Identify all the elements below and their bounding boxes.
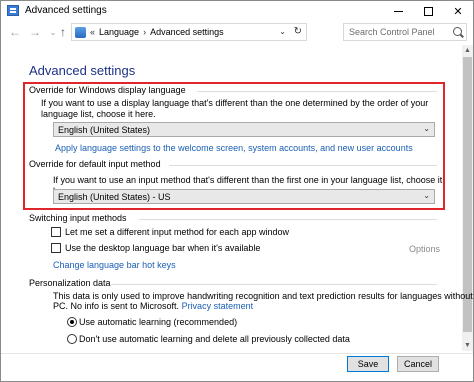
save-button[interactable]: Save [347, 356, 389, 372]
up-button[interactable]: ↑ [55, 24, 71, 40]
per-app-input-checkbox[interactable] [51, 227, 61, 237]
page-title: Advanced settings [29, 63, 136, 78]
maximize-button[interactable] [413, 1, 443, 21]
input-method-select[interactable]: English (United States) - US ⌄ [53, 189, 435, 204]
cancel-button[interactable]: Cancel [397, 356, 439, 372]
divider [111, 284, 437, 285]
divider [139, 219, 437, 220]
maximize-icon [423, 6, 433, 16]
input-method-heading: Override for default input method [29, 159, 161, 169]
scroll-up-icon[interactable]: ▲ [462, 45, 473, 56]
change-hot-keys-link[interactable]: Change language bar hot keys [53, 260, 176, 270]
control-panel-small-icon [75, 26, 86, 38]
desktop-language-bar-checkbox[interactable] [51, 243, 61, 253]
automatic-learning-radio[interactable] [67, 317, 77, 327]
switching-input-methods-heading: Switching input methods [29, 213, 127, 223]
per-app-input-label[interactable]: Let me set a different input method for … [65, 227, 289, 237]
divider [169, 165, 437, 166]
search-placeholder: Search Control Panel [349, 27, 435, 37]
personalization-heading: Personalization data [29, 278, 111, 288]
personalization-description-2: PC. No info is sent to Microsoft. Privac… [53, 301, 253, 312]
footer-divider [1, 353, 473, 354]
breadcrumb-advanced-settings[interactable]: Advanced settings [150, 27, 224, 37]
no-automatic-learning-radio[interactable] [67, 334, 77, 344]
close-button[interactable]: ✕ [443, 1, 473, 21]
personalization-note: PC. No info is sent to Microsoft. [53, 301, 180, 311]
window-title: Advanced settings [25, 5, 107, 16]
advanced-settings-window: Advanced settings ✕ ← → ⌄ ↑ « Language ›… [0, 0, 474, 382]
no-automatic-learning-label[interactable]: Don't use automatic learning and delete … [79, 334, 350, 344]
navigation-bar: ← → ⌄ ↑ « Language › Advanced settings ⌄… [1, 21, 473, 43]
control-panel-icon [7, 5, 19, 16]
display-language-heading: Override for Windows display language [29, 85, 186, 95]
language-bar-options-link[interactable]: Options [409, 244, 440, 254]
chevron-down-icon: ⌄ [423, 191, 430, 200]
scroll-down-icon[interactable]: ▼ [462, 340, 473, 351]
apply-language-settings-link[interactable]: Apply language settings to the welcome s… [55, 143, 413, 153]
address-bar[interactable]: « Language › Advanced settings ⌄ ↻ [71, 23, 307, 41]
refresh-button[interactable]: ↻ [294, 26, 302, 37]
chevron-down-icon: ⌄ [423, 124, 430, 133]
privacy-statement-link[interactable]: Privacy statement [182, 301, 254, 311]
desktop-language-bar-label[interactable]: Use the desktop language bar when it's a… [65, 243, 260, 253]
minimize-icon [393, 10, 403, 12]
close-icon: ✕ [453, 5, 463, 18]
title-bar: Advanced settings ✕ [1, 1, 473, 21]
minimize-button[interactable] [383, 1, 413, 21]
back-button[interactable]: ← [7, 24, 23, 40]
breadcrumb-separator-icon: › [143, 27, 147, 37]
display-language-value: English (United States) [58, 124, 151, 135]
display-language-select[interactable]: English (United States) ⌄ [53, 122, 435, 137]
automatic-learning-label[interactable]: Use automatic learning (recommended) [79, 317, 237, 327]
breadcrumb-overflow-icon[interactable]: « [90, 27, 95, 37]
address-dropdown-icon[interactable]: ⌄ [279, 27, 286, 36]
search-input[interactable]: Search Control Panel [343, 23, 467, 41]
divider [197, 91, 437, 92]
forward-button[interactable]: → [27, 24, 43, 40]
breadcrumb-language[interactable]: Language [99, 27, 139, 37]
vertical-scrollbar[interactable]: ▲ ▼ [462, 45, 473, 351]
input-method-value: English (United States) - US [58, 191, 171, 202]
search-icon [453, 27, 462, 36]
display-language-description: If you want to use a display language th… [41, 98, 429, 119]
